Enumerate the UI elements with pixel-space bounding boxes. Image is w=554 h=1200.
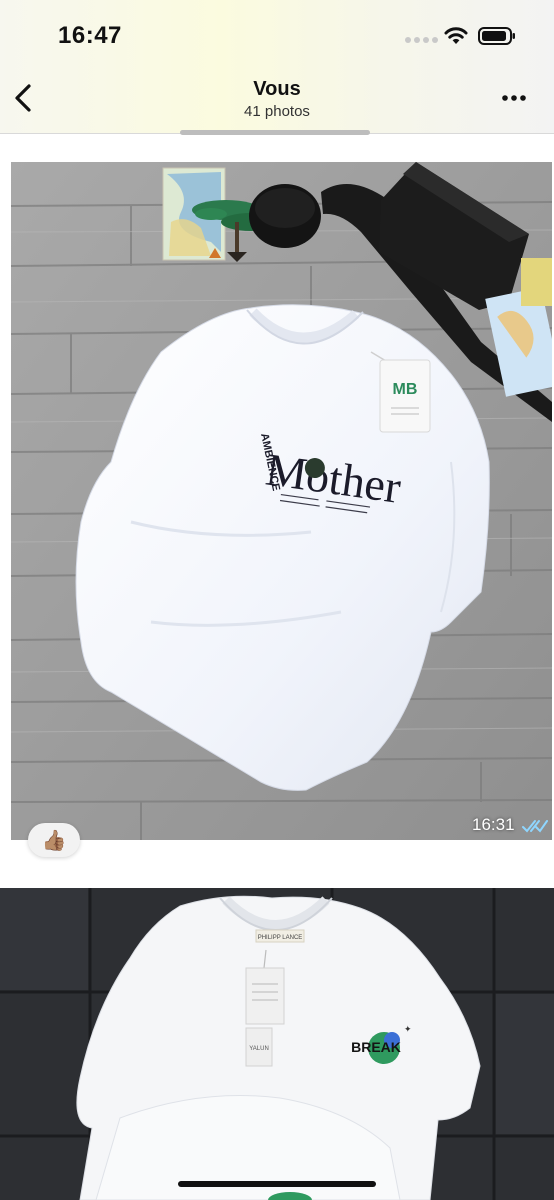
- photo-item-2[interactable]: PHILIPP LANCE YALUN BREAK ✦: [0, 888, 554, 1200]
- more-options-icon[interactable]: [500, 88, 528, 108]
- photo-item-1[interactable]: MB Mother AMBIENCE: [11, 162, 552, 840]
- photo-timestamp: 16:31: [472, 815, 515, 834]
- photo-2-image: PHILIPP LANCE YALUN BREAK ✦: [0, 888, 554, 1200]
- photo-gallery-screen: 16:47 Vous 41 photos MB Mother AMBIENCE …: [0, 0, 554, 1200]
- reaction-thumbs-up[interactable]: 👍🏽: [28, 823, 80, 857]
- status-time: 16:47: [58, 22, 122, 49]
- photo-1-image: MB Mother AMBIENCE: [11, 162, 552, 840]
- read-receipt-icon: [522, 820, 548, 833]
- chat-title: Vous: [253, 78, 301, 100]
- neck-label-text: PHILIPP LANCE: [258, 935, 303, 941]
- patch-text: BREAK: [351, 1039, 401, 1055]
- hang-tag-text: YALUN: [249, 1046, 269, 1052]
- scroll-indicator: [180, 130, 370, 135]
- tag-logo-text: MB: [393, 381, 418, 398]
- battery-icon: [478, 27, 515, 45]
- photo-count: 41 photos: [244, 103, 310, 120]
- signal-dots-icon: [405, 37, 438, 43]
- top-bar: 16:47 Vous 41 photos: [0, 0, 554, 134]
- wifi-icon: [444, 27, 468, 44]
- home-indicator[interactable]: [178, 1181, 376, 1187]
- sparkle-icon: ✦: [404, 1025, 412, 1035]
